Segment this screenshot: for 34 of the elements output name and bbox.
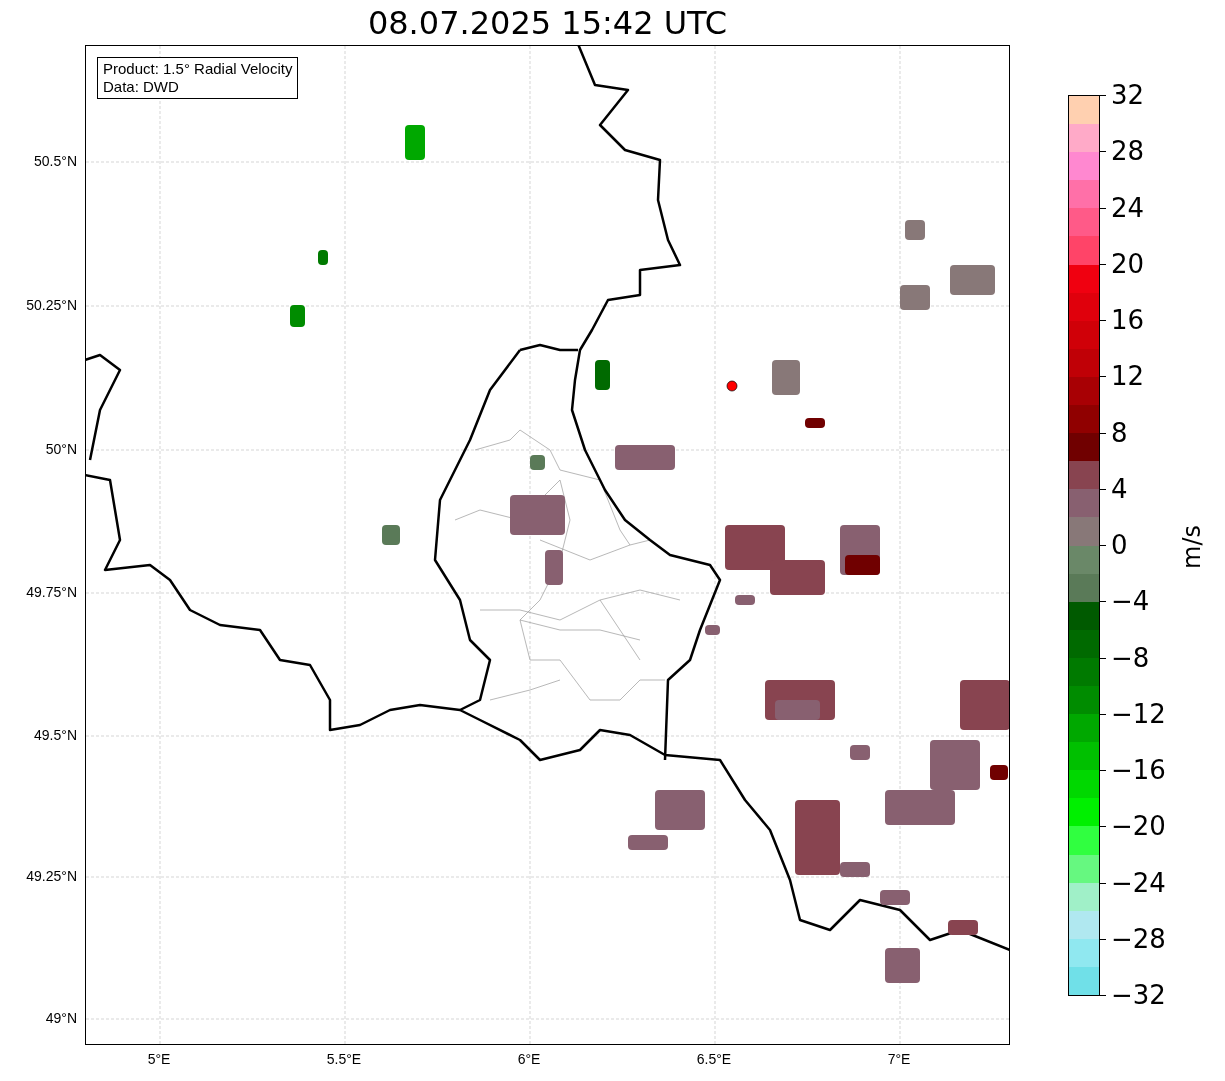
colorbar-tick-label: 16 xyxy=(1111,305,1145,335)
longitude-label: 6°E xyxy=(517,1051,541,1067)
latitude-label: 50.5°N xyxy=(34,153,77,169)
colorbar-tick-label: −12 xyxy=(1111,698,1166,729)
colorbar-tick-label: −16 xyxy=(1111,755,1166,785)
colorbar-tick-label: 20 xyxy=(1111,248,1145,279)
latitude-label: 49°N xyxy=(45,1010,77,1026)
colorbar-tick-label: 12 xyxy=(1111,361,1145,392)
longitude-label: 5°E xyxy=(147,1051,171,1067)
colorbar-tick-label: 8 xyxy=(1111,417,1128,448)
latitude-label: 49.75°N xyxy=(26,584,77,600)
colorbar-tick-label: −4 xyxy=(1111,586,1150,617)
colorbar-tick-label: 32 xyxy=(1111,80,1145,110)
chart-title: 08.07.2025 15:42 UTC xyxy=(367,3,728,43)
longitude-label: 5.5°E xyxy=(326,1051,362,1067)
radar-site-icon xyxy=(726,380,738,392)
colorbar-tick-label: −28 xyxy=(1111,923,1166,954)
colorbar-tick-label: −32 xyxy=(1111,980,1166,1010)
latitude-label: 49.25°N xyxy=(26,868,77,884)
colorbar-tick-label: 24 xyxy=(1111,192,1145,223)
latitude-label: 50°N xyxy=(45,441,77,457)
colorbar-tick-label: −20 xyxy=(1111,811,1166,842)
info-text: Data: DWD xyxy=(103,78,180,96)
info-text: Product: 1.5° Radial Velocity xyxy=(103,60,293,78)
colorbar-label: m/s xyxy=(1178,525,1206,569)
colorbar-tick-label: 4 xyxy=(1111,473,1128,504)
colorbar-tick-label: 0 xyxy=(1111,530,1128,560)
latitude-label: 50.25°N xyxy=(26,297,77,313)
colorbar-tick-label: −8 xyxy=(1111,642,1150,673)
longitude-label: 7°E xyxy=(887,1051,911,1067)
latitude-label: 49.5°N xyxy=(34,727,77,743)
colorbar-tick-label: −24 xyxy=(1111,867,1166,898)
colorbar-tick-label: 28 xyxy=(1111,136,1145,167)
longitude-label: 6.5°E xyxy=(696,1051,732,1067)
